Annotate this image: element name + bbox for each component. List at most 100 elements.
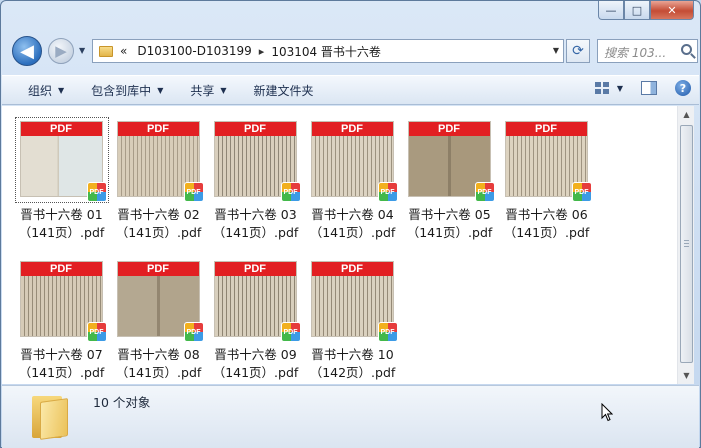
file-item[interactable]: PDF PDF 晋书十六卷 09 （141页）.pdf xyxy=(208,258,303,382)
file-name[interactable]: 晋书十六卷 05 xyxy=(402,206,497,224)
file-name[interactable]: 晋书十六卷 04 xyxy=(305,206,400,224)
vertical-scrollbar[interactable]: ▲ ▼ xyxy=(677,106,694,384)
pdf-band-label: PDF xyxy=(214,262,296,276)
file-name[interactable]: 晋书十六卷 07 xyxy=(14,346,109,364)
details-pane: 10 个对象 xyxy=(2,385,699,448)
file-pages[interactable]: （141页）.pdf xyxy=(111,224,206,242)
breadcrumb-overflow[interactable]: « xyxy=(120,44,127,58)
file-pages[interactable]: （141页）.pdf xyxy=(14,224,109,242)
breadcrumb-parent[interactable]: D103100-D103199 xyxy=(137,44,251,58)
file-item[interactable]: PDF PDF 晋书十六卷 06 （141页）.pdf xyxy=(499,118,594,242)
pdf-badge-icon: PDF xyxy=(183,322,204,342)
pdf-badge-icon: PDF xyxy=(474,182,495,202)
file-name[interactable]: 晋书十六卷 06 xyxy=(499,206,594,224)
file-thumbnail[interactable]: PDF PDF xyxy=(113,258,205,342)
scroll-up-icon[interactable]: ▲ xyxy=(678,106,695,123)
file-pages[interactable]: （141页）.pdf xyxy=(208,224,303,242)
view-options-dropdown-icon[interactable]: ▼ xyxy=(617,84,623,93)
navigation-bar: ◀ ▶ ▼ « D103100-D103199 ▸ 103104 晋书十六卷 ▼… xyxy=(9,34,698,68)
search-input[interactable]: 搜索 103... xyxy=(597,39,698,63)
folder-icon xyxy=(32,394,72,440)
explorer-window: — □ ✕ ◀ ▶ ▼ « D103100-D103199 ▸ 103104 晋… xyxy=(0,0,701,448)
pdf-band-label: PDF xyxy=(214,122,296,136)
file-item[interactable]: PDF PDF 晋书十六卷 05 （141页）.pdf xyxy=(402,118,497,242)
organize-button[interactable]: 组织 ▼ xyxy=(28,82,64,99)
maximize-button[interactable]: □ xyxy=(624,1,650,20)
item-count: 10 个对象 xyxy=(93,395,151,410)
file-thumbnail[interactable]: PDF PDF xyxy=(14,117,109,203)
pdf-band-label: PDF xyxy=(20,262,102,276)
include-in-library-label: 包含到库中 xyxy=(91,83,152,98)
file-name[interactable]: 晋书十六卷 02 xyxy=(111,206,206,224)
file-name[interactable]: 晋书十六卷 01 xyxy=(14,206,109,224)
file-item[interactable]: PDF PDF 晋书十六卷 01 （141页）.pdf xyxy=(14,117,109,242)
address-dropdown-icon[interactable]: ▼ xyxy=(553,46,559,55)
file-name[interactable]: 晋书十六卷 10 xyxy=(305,346,400,364)
file-thumbnail[interactable]: PDF PDF xyxy=(307,118,399,202)
file-thumbnail[interactable]: PDF PDF xyxy=(16,258,108,342)
breadcrumb-current[interactable]: 103104 晋书十六卷 xyxy=(271,43,381,60)
file-item[interactable]: PDF PDF 晋书十六卷 03 （141页）.pdf xyxy=(208,118,303,242)
file-pages[interactable]: （141页）.pdf xyxy=(14,364,109,382)
chevron-down-icon: ▼ xyxy=(157,85,164,95)
file-item[interactable]: PDF PDF 晋书十六卷 04 （141页）.pdf xyxy=(305,118,400,242)
file-item[interactable]: PDF PDF 晋书十六卷 02 （141页）.pdf xyxy=(111,118,206,242)
include-in-library-button[interactable]: 包含到库中 ▼ xyxy=(91,82,163,99)
file-item[interactable]: PDF PDF 晋书十六卷 07 （141页）.pdf xyxy=(14,258,109,382)
scroll-down-icon[interactable]: ▼ xyxy=(678,367,695,384)
file-thumbnail[interactable]: PDF PDF xyxy=(307,258,399,342)
share-button[interactable]: 共享 ▼ xyxy=(190,82,226,99)
file-item[interactable]: PDF PDF 晋书十六卷 10 （142页）.pdf xyxy=(305,258,400,382)
scrollbar-grip xyxy=(684,240,689,247)
scrollbar-thumb[interactable] xyxy=(680,125,693,363)
new-folder-label: 新建文件夹 xyxy=(253,83,314,98)
change-view-icon[interactable] xyxy=(594,82,609,94)
file-item[interactable]: PDF PDF 晋书十六卷 08 （141页）.pdf xyxy=(111,258,206,382)
file-name[interactable]: 晋书十六卷 08 xyxy=(111,346,206,364)
forward-button[interactable]: ▶ xyxy=(48,38,74,64)
pdf-badge-icon: PDF xyxy=(571,182,592,202)
back-button[interactable]: ◀ xyxy=(12,36,42,66)
preview-pane-icon[interactable] xyxy=(641,81,657,95)
search-icon[interactable] xyxy=(681,44,692,55)
chevron-down-icon: ▼ xyxy=(58,85,65,95)
file-pages[interactable]: （142页）.pdf xyxy=(305,364,400,382)
file-pages[interactable]: （141页）.pdf xyxy=(499,224,594,242)
file-name[interactable]: 晋书十六卷 09 xyxy=(208,346,303,364)
pdf-badge-icon: PDF xyxy=(183,182,204,202)
breadcrumb-separator-icon[interactable]: ▸ xyxy=(259,45,265,58)
close-button[interactable]: ✕ xyxy=(650,1,694,20)
address-bar[interactable]: « D103100-D103199 ▸ 103104 晋书十六卷 ▼ xyxy=(92,39,564,63)
help-icon[interactable]: ? xyxy=(675,80,691,96)
view-controls: ▼ ? xyxy=(594,80,691,96)
back-arrow-icon: ◀ xyxy=(20,40,34,62)
pdf-band-label: PDF xyxy=(117,262,199,276)
pdf-band-label: PDF xyxy=(311,262,393,276)
file-thumbnail[interactable]: PDF PDF xyxy=(210,258,302,342)
refresh-button[interactable]: ⟳ xyxy=(566,39,590,63)
caption-buttons: — □ ✕ xyxy=(598,1,694,20)
minimize-button[interactable]: — xyxy=(598,1,624,20)
file-thumbnail[interactable]: PDF PDF xyxy=(501,118,593,202)
organize-label: 组织 xyxy=(28,83,53,98)
pdf-badge-icon: PDF xyxy=(86,182,107,202)
file-pages[interactable]: （141页）.pdf xyxy=(402,224,497,242)
pdf-badge-icon: PDF xyxy=(86,322,107,342)
file-thumbnail[interactable]: PDF PDF xyxy=(404,118,496,202)
file-thumbnail[interactable]: PDF PDF xyxy=(210,118,302,202)
search-placeholder: 搜索 103... xyxy=(604,46,667,60)
recent-pages-dropdown[interactable]: ▼ xyxy=(79,46,85,55)
pdf-badge-icon: PDF xyxy=(280,182,301,202)
pdf-band-label: PDF xyxy=(20,122,102,136)
pdf-badge-icon: PDF xyxy=(377,322,398,342)
file-thumbnail[interactable]: PDF PDF xyxy=(113,118,205,202)
chevron-down-icon: ▼ xyxy=(220,85,227,95)
file-pages[interactable]: （141页）.pdf xyxy=(208,364,303,382)
pdf-badge-icon: PDF xyxy=(280,322,301,342)
folder-icon xyxy=(99,45,113,57)
new-folder-button[interactable]: 新建文件夹 xyxy=(254,82,314,99)
file-name[interactable]: 晋书十六卷 03 xyxy=(208,206,303,224)
file-pages[interactable]: （141页）.pdf xyxy=(305,224,400,242)
pdf-badge-icon: PDF xyxy=(377,182,398,202)
file-pages[interactable]: （141页）.pdf xyxy=(111,364,206,382)
